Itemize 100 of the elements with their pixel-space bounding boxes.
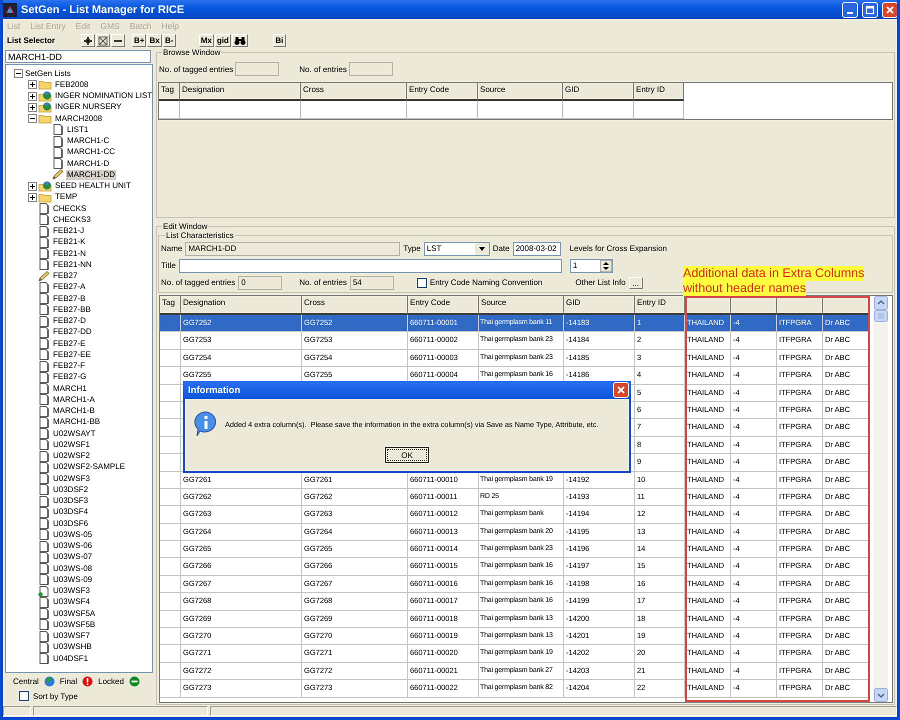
tree-item[interactable]: SetGen Lists	[24, 68, 72, 79]
tree-item[interactable]: FEB27-B	[52, 294, 86, 304]
expand-icon[interactable]	[28, 80, 37, 90]
column-header[interactable]: Entry ID	[635, 296, 685, 315]
toolbar-button[interactable]: Mx	[198, 34, 214, 47]
tree-item[interactable]: U03WS-05	[52, 530, 94, 540]
column-header[interactable]: Tag	[160, 296, 181, 315]
tree-item[interactable]: U03WSHB	[52, 642, 93, 652]
tree-item[interactable]: U04DSF1	[52, 654, 90, 664]
spinner-arrows-icon[interactable]	[600, 260, 612, 272]
expand-icon[interactable]	[28, 102, 37, 112]
count-field[interactable]: 0	[238, 276, 282, 290]
tree-item[interactable]: FEB21-N	[52, 248, 87, 259]
tree-item[interactable]: U03WSF7	[52, 631, 91, 642]
checkbox[interactable]	[19, 691, 29, 701]
toolbar-button[interactable]: Bx	[147, 34, 162, 47]
tree-item[interactable]: FEB27	[52, 271, 78, 282]
scroll-up-icon[interactable]	[874, 296, 888, 310]
count-field[interactable]	[348, 62, 393, 76]
toolbar-button[interactable]: Bi	[272, 34, 286, 47]
expand-icon[interactable]	[28, 182, 37, 191]
tree-item[interactable]: FEB27-DD	[52, 327, 93, 338]
more-button[interactable]: ...	[628, 276, 643, 288]
tree-item[interactable]: U03WS-08	[52, 564, 94, 574]
ok-button[interactable]: OK	[385, 447, 429, 463]
list-selector-field[interactable]: MARCH1-DD	[5, 50, 151, 63]
tree-item[interactable]: U03WSF5B	[52, 620, 96, 630]
tree-item[interactable]: LIST1	[66, 124, 90, 135]
column-header[interactable]: Tag	[159, 83, 180, 101]
column-header[interactable]: Source	[479, 296, 564, 315]
tree-item[interactable]: INGER NOMINATION LIST	[54, 91, 152, 102]
tree-item[interactable]: FEB27-G	[52, 372, 88, 382]
checkbox[interactable]	[416, 278, 427, 288]
scrollbar[interactable]	[873, 296, 888, 702]
name-field[interactable]: MARCH1-DD	[185, 242, 400, 256]
column-header[interactable]: Entry ID	[634, 83, 684, 101]
tree-item[interactable]: CHECKS	[52, 204, 88, 214]
tree-item[interactable]: U03WS-07	[52, 552, 94, 562]
toolbar-button[interactable]: B+	[132, 34, 146, 47]
tree-item[interactable]: FEB2008	[54, 80, 90, 90]
date-field[interactable]: 2008-03-02	[512, 242, 561, 256]
tree-item[interactable]: U03DSF4	[52, 507, 90, 518]
tree-item[interactable]: U03DSF6	[52, 518, 90, 529]
tree-item[interactable]: MARCH1-D	[66, 158, 110, 169]
tree-item[interactable]: U02WSF1	[52, 440, 91, 450]
tree-item[interactable]: U02WSAYT	[52, 428, 97, 439]
expand-icon[interactable]	[28, 192, 37, 202]
tree-item[interactable]: FEB27-D	[52, 316, 87, 326]
scroll-down-icon[interactable]	[874, 688, 888, 702]
tree-item[interactable]: U03WSF4	[52, 597, 91, 608]
tree-item[interactable]: MARCH1-CC	[66, 147, 116, 158]
collapse-icon[interactable]	[14, 69, 23, 78]
tree-item[interactable]: U03DSF3	[52, 496, 90, 506]
count-field[interactable]: 54	[350, 276, 394, 290]
column-header[interactable]: Designation	[181, 296, 302, 315]
tree-item[interactable]: FEB27-F	[52, 361, 86, 372]
toolbar-button[interactable]: gid	[214, 34, 231, 47]
column-header[interactable]: Entry Code	[407, 83, 478, 101]
tree-item[interactable]: FEB27-BB	[52, 304, 92, 315]
tree-item[interactable]: MARCH1-B	[52, 406, 96, 416]
tree-item[interactable]: U03WS-09	[52, 574, 94, 585]
tree-item[interactable]: FEB21-J	[52, 226, 86, 236]
tree-item[interactable]: MARCH1	[52, 384, 88, 394]
dropdown-icon[interactable]	[474, 242, 489, 254]
column-header[interactable]: GID	[563, 83, 634, 101]
tree-item[interactable]: FEB21-NN	[52, 260, 93, 270]
tree-item[interactable]: FEB27-E	[52, 338, 86, 349]
scroll-thumb[interactable]	[874, 310, 888, 322]
tree-item[interactable]: U02WSF2-SAMPLE	[52, 462, 126, 472]
tree-item[interactable]: MARCH2008	[54, 114, 104, 124]
tree-item[interactable]: FEB27-A	[52, 282, 86, 292]
tree-item[interactable]: MARCH1-BB	[52, 417, 102, 428]
levels-spinner[interactable]: 1	[570, 258, 613, 272]
column-header[interactable]: Designation	[180, 83, 301, 101]
tree-item[interactable]: CHECKS3	[52, 214, 92, 225]
tree-item[interactable]: FEB27-EE	[52, 350, 92, 360]
tree-item[interactable]: INGER NURSERY	[54, 102, 123, 112]
column-header[interactable]: Entry Code	[408, 296, 479, 315]
tree-item[interactable]: MARCH1-DD	[66, 170, 116, 180]
collapse-icon[interactable]	[28, 114, 37, 124]
column-header[interactable]: GID	[564, 296, 635, 315]
tree-item[interactable]: TEMP	[54, 192, 78, 202]
tree-item[interactable]: FEB21-K	[52, 237, 86, 248]
expand-icon[interactable]	[28, 92, 37, 101]
tree-item[interactable]: MARCH1-A	[52, 394, 96, 405]
column-header[interactable]: Source	[478, 83, 563, 101]
tree-item[interactable]: U02WSF2	[52, 451, 91, 462]
tree-item[interactable]: SEED HEALTH UNIT	[54, 181, 132, 192]
count-field[interactable]	[235, 62, 280, 76]
type-dropdown[interactable]: LST	[424, 242, 490, 256]
tree-item[interactable]: U03WSF3	[52, 586, 91, 596]
column-header[interactable]: Cross	[302, 296, 408, 315]
tree-item[interactable]: U03WSF5A	[52, 608, 96, 619]
tree-item[interactable]: MARCH1-C	[66, 136, 110, 146]
tree-item[interactable]: U03WS-06	[52, 541, 94, 552]
title-field[interactable]	[178, 258, 562, 272]
tree-item[interactable]: U02WSF3	[52, 474, 91, 484]
tree-item[interactable]: U03DSF2	[52, 484, 90, 495]
toolbar-button[interactable]: B-	[162, 34, 176, 47]
column-header[interactable]: Cross	[301, 83, 407, 101]
